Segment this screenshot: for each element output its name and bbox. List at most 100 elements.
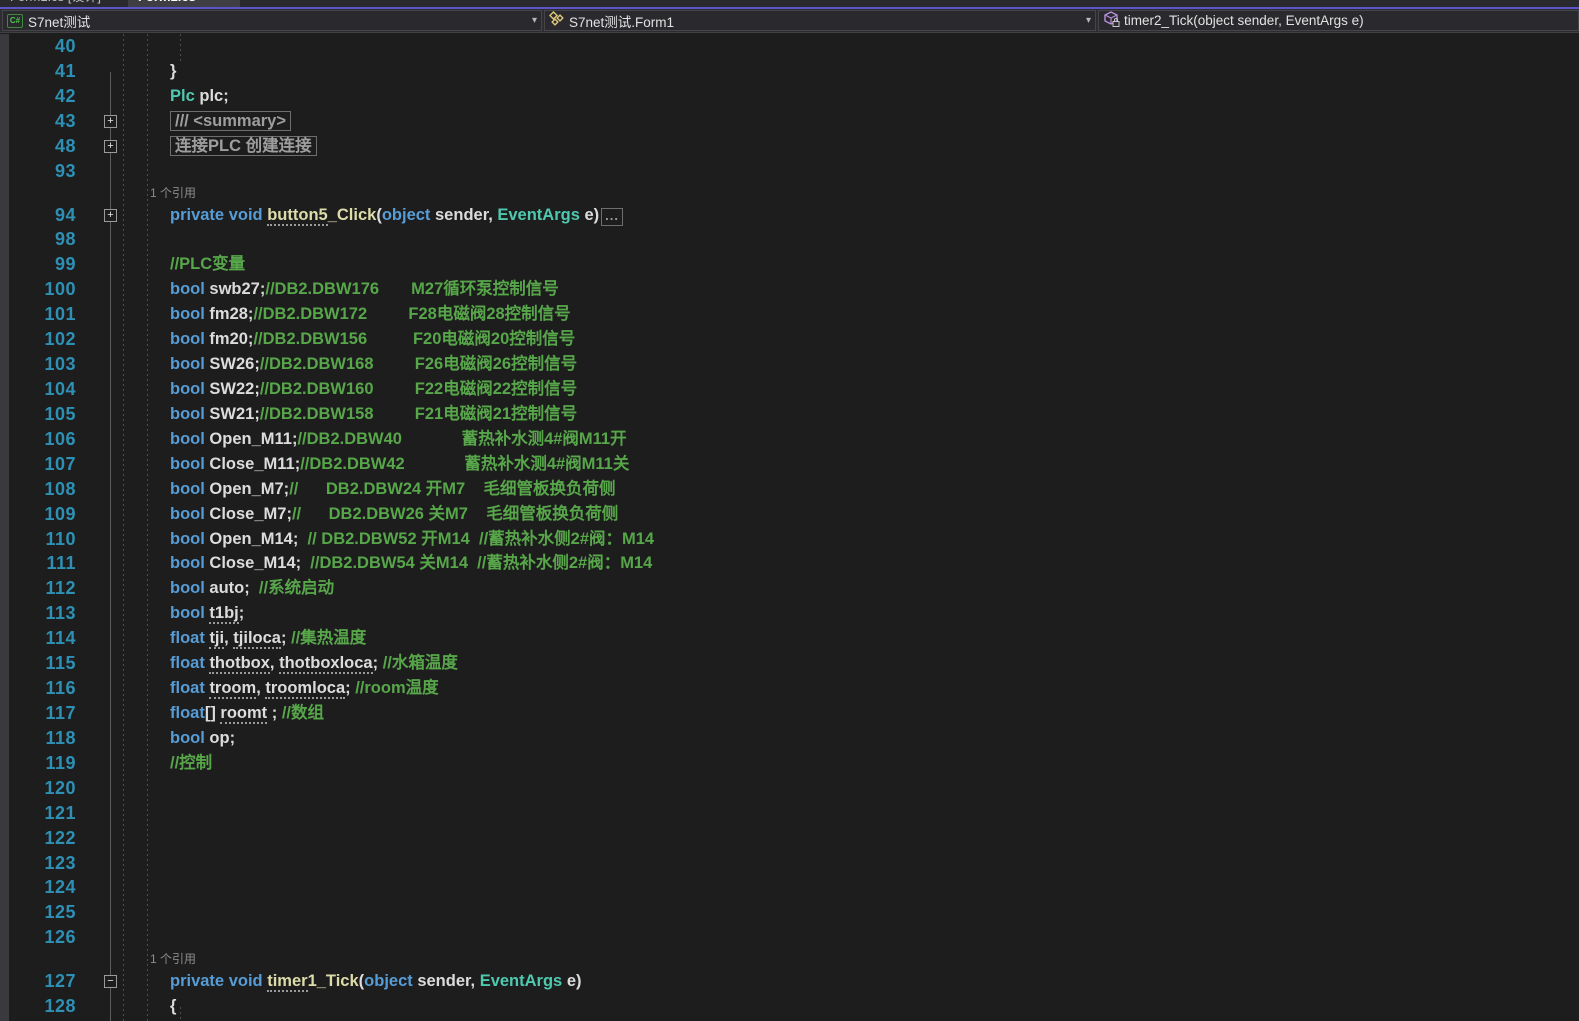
code-text[interactable]: float troom, troomloca; //room温度 <box>170 676 439 701</box>
line-number: 114 <box>0 626 76 651</box>
line-number: 112 <box>0 576 76 601</box>
code-text[interactable]: private void timer1_Tick(object sender, … <box>170 969 582 994</box>
code-lines: 4041}42 Plc plc; 43 + /// <summary> 48 + 连接PLC … <box>0 34 1579 1021</box>
code-line: 107 bool Close_M11;//DB2.DBW42 蓄热补水测4#阀M1… <box>0 452 1579 477</box>
code-line: 40 <box>0 34 1579 59</box>
code-text[interactable]: 连接PLC 创建连接 <box>170 134 317 159</box>
close-icon[interactable]: ✕ <box>219 0 230 9</box>
line-number: 118 <box>0 726 76 751</box>
code-line: 126 <box>0 925 1579 950</box>
pin-icon[interactable]: + <box>109 0 117 9</box>
code-line: 125 <box>0 900 1579 925</box>
code-editor[interactable]: 4041}42 Plc plc; 43 + /// <summary> 48 + 连接PLC … <box>0 34 1579 1021</box>
line-number: 104 <box>0 377 76 402</box>
line-number: 94 <box>0 203 76 228</box>
private-method-icon <box>1103 11 1124 30</box>
codelens-references-link[interactable]: 1 个引用 <box>150 950 196 969</box>
code-line: 115 float thotbox, thotboxloca; //水箱温度 <box>0 651 1579 676</box>
code-text[interactable]: bool SW21;//DB2.DBW158 F21电磁阀21控制信号 <box>170 402 577 427</box>
code-text[interactable]: bool auto; //系统启动 <box>170 576 334 601</box>
code-text[interactable]: bool SW22;//DB2.DBW160 F22电磁阀22控制信号 <box>170 377 577 402</box>
code-text[interactable]: bool fm20;//DB2.DBW156 F20电磁阀20控制信号 <box>170 327 575 352</box>
code-text[interactable]: bool fm28;//DB2.DBW172 F28电磁阀28控制信号 <box>170 302 571 327</box>
line-number: 115 <box>0 651 76 676</box>
code-text[interactable]: bool swb27;//DB2.DBW176 M27循环泵控制信号 <box>170 277 559 302</box>
code-line: 128{ <box>0 994 1579 1019</box>
code-line: 112 bool auto; //系统启动 <box>0 576 1579 601</box>
code-text[interactable]: bool SW26;//DB2.DBW168 F26电磁阀26控制信号 <box>170 352 577 377</box>
line-number: 113 <box>0 601 76 626</box>
line-number: 125 <box>0 900 76 925</box>
line-number: 102 <box>0 327 76 352</box>
class-dropdown[interactable]: S7net测试.Form1 ▾ <box>544 10 1096 31</box>
chevron-down-icon: ▾ <box>526 15 537 26</box>
line-number: 116 <box>0 676 76 701</box>
code-line: 99//PLC变量 <box>0 252 1579 277</box>
code-text[interactable]: bool Open_M14; // DB2.DBW52 开M14 //蓄热补水侧… <box>170 527 654 552</box>
code-text[interactable]: bool t1bj; <box>170 601 244 626</box>
line-number: 40 <box>0 34 76 59</box>
line-number: 127 <box>0 969 76 994</box>
code-line: 120 <box>0 776 1579 801</box>
line-number: 123 <box>0 851 76 876</box>
code-text[interactable]: bool Open_M11;//DB2.DBW40 蓄热补水测4#阀M11开 <box>170 427 627 452</box>
code-text[interactable]: float[] roomt ; //数组 <box>170 701 324 726</box>
code-text[interactable]: bool Close_M7;// DB2.DBW26 关M7 毛细管板换负荷侧 <box>170 502 618 527</box>
code-text[interactable]: { <box>170 994 176 1019</box>
code-line: 41} <box>0 59 1579 84</box>
code-line: 116 float troom, troomloca; //room温度 <box>0 676 1579 701</box>
tab-form1-designer[interactable]: Form1.cs [设计] + <box>0 0 127 9</box>
code-text[interactable]: //控制 <box>170 751 212 776</box>
tab-form1-code[interactable]: Form1.cs+✕ <box>128 0 240 9</box>
code-line: 101bool fm28;//DB2.DBW172 F28电磁阀28控制信号 <box>0 302 1579 327</box>
fold-expand-icon[interactable]: + <box>104 209 117 222</box>
code-text[interactable]: float tji, tjiloca; //集热温度 <box>170 626 366 651</box>
line-number: 124 <box>0 875 76 900</box>
code-text[interactable]: bool Open_M7;// DB2.DBW24 开M7 毛细管板换负荷侧 <box>170 477 616 502</box>
code-line: 48 + 连接PLC 创建连接 <box>0 134 1579 159</box>
fold-expand-icon[interactable]: + <box>104 115 117 128</box>
code-line: 123 <box>0 851 1579 876</box>
method-dropdown[interactable]: timer2_Tick(object sender, EventArgs e) <box>1098 10 1579 31</box>
line-number: 121 <box>0 801 76 826</box>
code-text[interactable]: bool Close_M11;//DB2.DBW42 蓄热补水测4#阀M11关 <box>170 452 629 477</box>
navigation-bar: C# S7net测试 ▾ S7net测试.Form1 ▾ timer2_Tick… <box>0 9 1579 33</box>
fold-expand-icon[interactable]: + <box>104 140 117 153</box>
line-number: 98 <box>0 227 76 252</box>
code-text[interactable]: bool op; <box>170 726 235 751</box>
class-dropdown-label: S7net测试.Form1 <box>569 11 674 31</box>
code-line: 121 <box>0 801 1579 826</box>
code-line: 106bool Open_M11;//DB2.DBW40 蓄热补水测4#阀M11… <box>0 427 1579 452</box>
tab-label: Form1.cs [设计] <box>10 0 101 4</box>
codelens-row: 1 个引用 <box>0 184 1579 203</box>
code-text[interactable]: float thotbox, thotboxloca; //水箱温度 <box>170 651 458 676</box>
line-number: 43 <box>0 109 76 134</box>
code-line: 114 float tji, tjiloca; //集热温度 <box>0 626 1579 651</box>
tab-bar: Form1.cs [设计]+ Form1.cs+✕ <box>0 0 1579 9</box>
csharp-project-icon: C# <box>7 14 23 28</box>
code-line: 117float[] roomt ; //数组 <box>0 701 1579 726</box>
line-number: 42 <box>0 84 76 109</box>
code-text[interactable]: //PLC变量 <box>170 252 245 277</box>
code-text[interactable]: } <box>170 59 176 84</box>
code-text[interactable]: private void button5_Click(object sender… <box>170 203 623 228</box>
vs-editor-window: Form1.cs [设计]+ Form1.cs+✕ C# S7net测试 ▾ S… <box>0 0 1579 1021</box>
code-text[interactable]: Plc plc; <box>170 84 229 109</box>
code-line: 127 − private void timer1_Tick(object send… <box>0 969 1579 994</box>
code-line: 104 bool SW22;//DB2.DBW160 F22电磁阀22控制信号 <box>0 377 1579 402</box>
line-number: 48 <box>0 134 76 159</box>
code-line: 124 <box>0 875 1579 900</box>
project-dropdown[interactable]: C# S7net测试 ▾ <box>2 10 542 31</box>
line-number: 119 <box>0 751 76 776</box>
class-icon <box>549 11 569 30</box>
code-text[interactable]: bool Close_M14; //DB2.DBW54 关M14 //蓄热补水侧… <box>170 551 652 576</box>
code-line: 43 + /// <summary> <box>0 109 1579 134</box>
code-line: 105bool SW21;//DB2.DBW158 F21电磁阀21控制信号 <box>0 402 1579 427</box>
line-number: 107 <box>0 452 76 477</box>
fold-collapse-icon[interactable]: − <box>104 975 117 988</box>
pin-icon[interactable]: + <box>204 0 212 9</box>
line-number: 93 <box>0 159 76 184</box>
codelens-references-link[interactable]: 1 个引用 <box>150 184 196 203</box>
code-text[interactable]: /// <summary> <box>170 109 291 134</box>
line-number: 111 <box>0 551 76 576</box>
